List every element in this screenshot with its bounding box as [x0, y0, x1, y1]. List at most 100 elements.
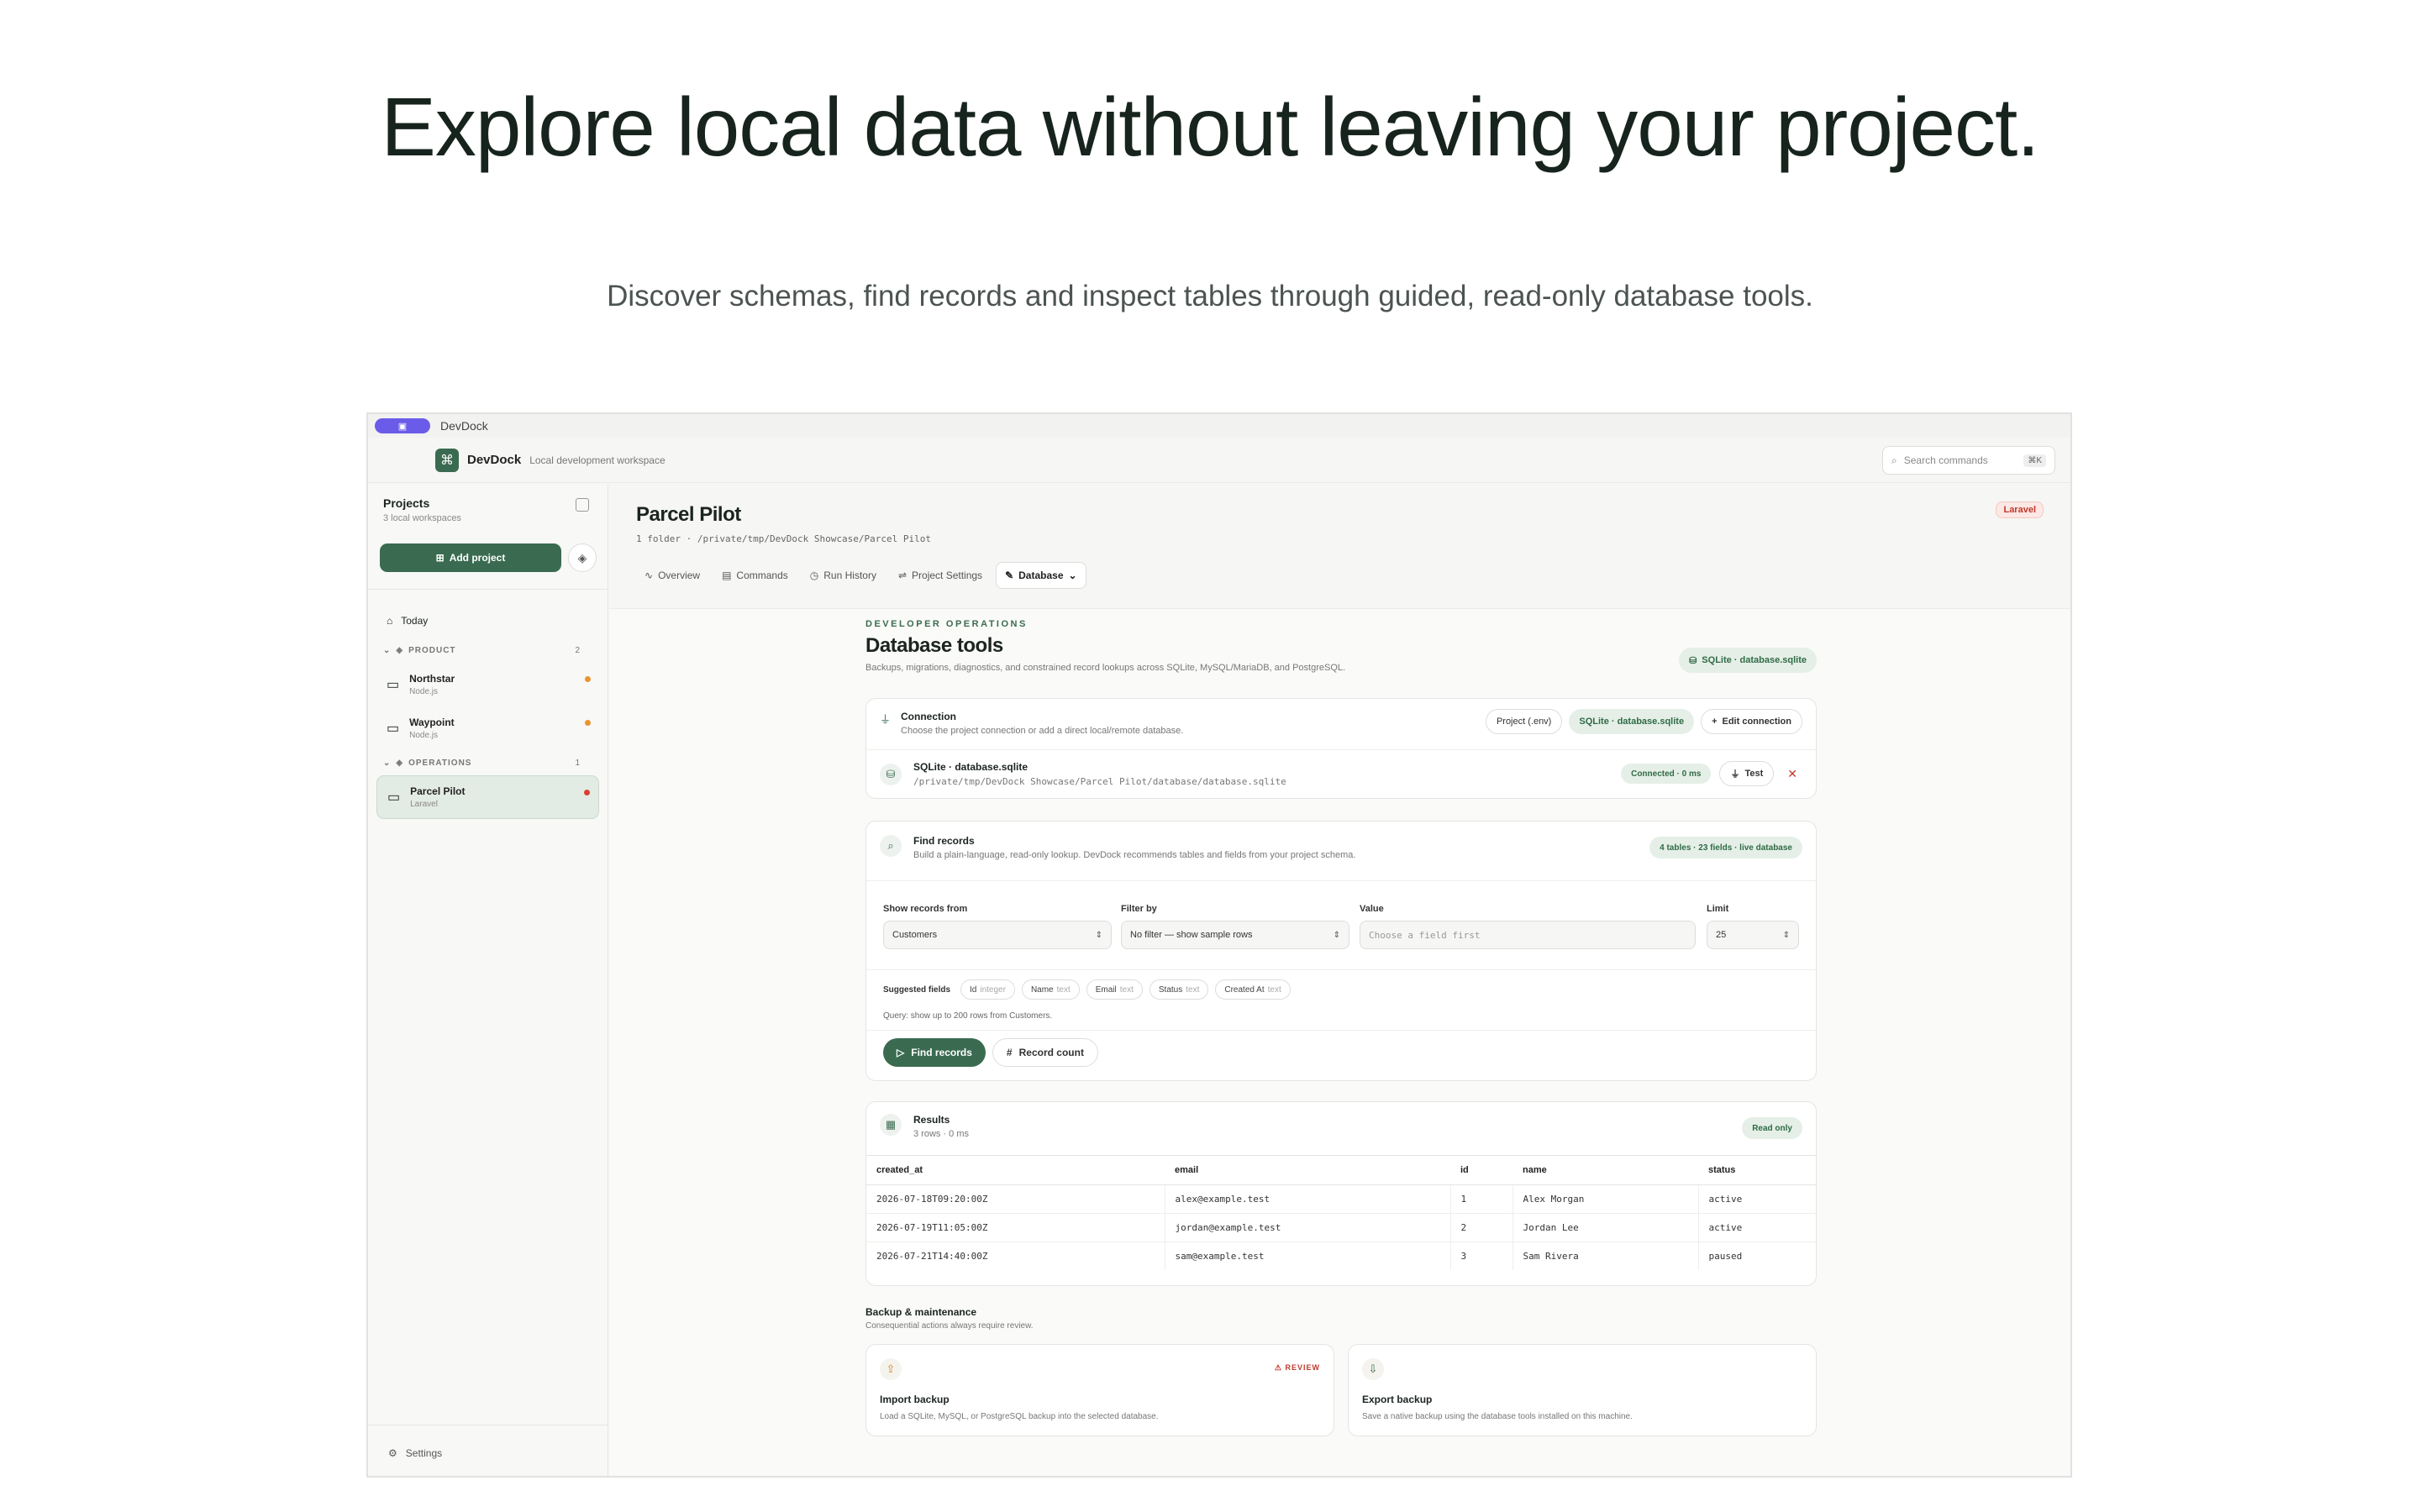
search-icon: ⌕ [1891, 454, 1897, 466]
database-path: /private/tmp/DevDock Showcase/Parcel Pil… [913, 776, 1286, 787]
connection-option-sqlite[interactable]: SQLite · database.sqlite [1569, 709, 1695, 734]
import-backup-card[interactable]: ⇪ ⚠ REVIEW Import backup Load a SQLite, … [865, 1344, 1334, 1436]
table-cell: Sam Rivera [1512, 1242, 1699, 1270]
chip-type: text [1056, 984, 1071, 995]
chevron-updown-icon: ⇕ [1333, 930, 1340, 940]
export-backup-card[interactable]: ⇩ Export backup Save a native backup usi… [1348, 1344, 1817, 1436]
window-titlebar: ▣ DevDock [368, 414, 2070, 438]
settings-link[interactable]: ⚙ Settings [388, 1447, 442, 1459]
table-cell: 2026-07-18T09:20:00Z [866, 1184, 1165, 1214]
table-row[interactable]: 2026-07-18T09:20:00Z alex@example.test 1… [866, 1184, 1816, 1214]
chevron-updown-icon: ⇕ [1782, 930, 1790, 940]
connection-option-project[interactable]: Project (.env) [1485, 709, 1563, 734]
chevron-down-icon: ⌄ [383, 758, 392, 768]
home-icon: ⌂ [387, 615, 393, 627]
import-title: Import backup [880, 1394, 950, 1405]
group-operations[interactable]: ⌄ ◈ OPERATIONS 1 [376, 750, 599, 775]
table-select[interactable]: Customers ⇕ [883, 921, 1112, 949]
field-chip-name[interactable]: Name text [1021, 979, 1080, 1000]
chip-type: text [1119, 984, 1134, 995]
limit-select[interactable]: 25 ⇕ [1707, 921, 1799, 949]
suggested-fields-label: Suggested fields [883, 984, 951, 995]
read-only-badge: Read only [1742, 1117, 1802, 1139]
database-tools: DEVELOPER OPERATIONS Database tools Back… [865, 619, 1817, 1438]
table-cell: 1 [1450, 1184, 1513, 1214]
column-header[interactable]: status [1698, 1156, 1816, 1185]
upload-icon: ⇪ [880, 1358, 902, 1380]
brand-subtitle: Local development workspace [529, 454, 666, 466]
window-controls[interactable]: ▣ [375, 418, 430, 433]
sidebar: Projects 3 local workspaces ⊞ Add projec… [368, 485, 608, 1476]
backup-title: Backup & maintenance [865, 1306, 977, 1318]
badge-label: 4 tables · 23 fields · live database [1660, 843, 1792, 853]
close-icon[interactable]: ✕ [1782, 767, 1802, 781]
edit-connection-button[interactable]: + Edit connection [1701, 709, 1802, 734]
chip-type: text [1186, 984, 1200, 995]
field-chip-email[interactable]: Email text [1086, 979, 1143, 1000]
wrench-icon: ✎ [1005, 570, 1014, 581]
table-cell: alex@example.test [1165, 1184, 1451, 1214]
app-header: ⌘ DevDock Local development workspace [368, 438, 2070, 483]
chip-type: integer [980, 984, 1006, 995]
command-search[interactable]: ⌕ Search commands ⌘K [1882, 446, 2055, 475]
field-chip-created-at[interactable]: Created At text [1215, 979, 1291, 1000]
column-header[interactable]: created_at [866, 1156, 1165, 1185]
chip-name: Email [1095, 984, 1117, 995]
project-name: Parcel Pilot [410, 785, 466, 797]
table-cell: 2026-07-19T11:05:00Z [866, 1213, 1165, 1242]
settings-label: Settings [405, 1447, 443, 1459]
option-label: SQLite · database.sqlite [1579, 717, 1685, 727]
tab-run-history[interactable]: ◷ Run History [802, 562, 885, 589]
table-cell: Jordan Lee [1512, 1213, 1699, 1242]
backup-section: Backup & maintenance Consequential actio… [865, 1306, 1817, 1438]
backup-subtitle: Consequential actions always require rev… [865, 1321, 1034, 1331]
tab-overview[interactable]: ∿ Overview [636, 562, 708, 589]
value-placeholder: Choose a field first [1369, 929, 1481, 941]
table-cell: sam@example.test [1165, 1242, 1451, 1270]
column-header[interactable]: name [1512, 1156, 1698, 1185]
gear-icon: ⚙ [388, 1447, 397, 1459]
test-connection-button[interactable]: ⏚ Test [1719, 761, 1775, 786]
status-dot [584, 790, 590, 795]
sidebar-item-northstar[interactable]: ▭ Northstar Node.js [376, 663, 599, 706]
chip-name: Name [1030, 984, 1054, 995]
filter-select[interactable]: No filter — show sample rows ⇕ [1121, 921, 1349, 949]
plug-icon: ⏚ [1730, 769, 1740, 780]
import-subtitle: Load a SQLite, MySQL, or PostgreSQL back… [880, 1412, 1159, 1421]
sidebar-item-waypoint[interactable]: ▭ Waypoint Node.js [376, 706, 599, 750]
sidebar-item-today[interactable]: ⌂ Today [376, 604, 599, 638]
tab-project-settings[interactable]: ⇌ Project Settings [890, 562, 991, 589]
chevron-down-icon: ⌄ [1068, 570, 1077, 581]
group-product[interactable]: ⌄ ◈ PRODUCT 2 [376, 638, 599, 663]
record-count-button[interactable]: # Record count [992, 1038, 1098, 1067]
add-project-button[interactable]: ⊞ Add project [380, 543, 561, 572]
tab-database[interactable]: ✎ Database ⌄ [996, 562, 1086, 589]
results-title: Results [913, 1114, 950, 1126]
export-title: Export backup [1362, 1394, 1433, 1405]
table-cell: 3 [1450, 1242, 1513, 1270]
tab-commands[interactable]: ▤ Commands [713, 562, 797, 589]
brand-name: DevDock [467, 453, 522, 467]
column-header[interactable]: id [1450, 1156, 1512, 1185]
project-count: 3 local workspaces [383, 513, 461, 523]
table-row[interactable]: 2026-07-21T14:40:00Z sam@example.test 3 … [866, 1242, 1816, 1270]
limit-label: Limit [1707, 904, 1729, 914]
table-cell: 2 [1450, 1213, 1513, 1242]
field-chip-status[interactable]: Status text [1149, 979, 1209, 1000]
collapse-sidebar-icon[interactable] [576, 498, 589, 512]
folder-plus-icon: ⊞ [435, 552, 445, 564]
sidebar-item-label: Today [401, 615, 429, 627]
column-header[interactable]: email [1165, 1156, 1450, 1185]
chip-name: Created At [1224, 984, 1265, 995]
show-records-label: Show records from [883, 904, 968, 914]
layers-button[interactable]: ◈ [568, 543, 597, 572]
value-input[interactable]: Choose a field first [1360, 921, 1696, 949]
field-chip-id[interactable]: Id integer [960, 979, 1015, 1000]
hero-subtitle: Discover schemas, find records and inspe… [607, 280, 1813, 312]
find-records-button[interactable]: ▷ Find records [883, 1038, 986, 1067]
project-path: 1 folder · /private/tmp/DevDock Showcase… [636, 533, 931, 544]
connection-subtitle: Choose the project connection or add a d… [901, 726, 1184, 736]
sidebar-item-parcel-pilot[interactable]: ▭ Parcel Pilot Laravel [376, 775, 599, 819]
group-label: OPERATIONS [408, 758, 472, 768]
table-row[interactable]: 2026-07-19T11:05:00Z jordan@example.test… [866, 1213, 1816, 1242]
